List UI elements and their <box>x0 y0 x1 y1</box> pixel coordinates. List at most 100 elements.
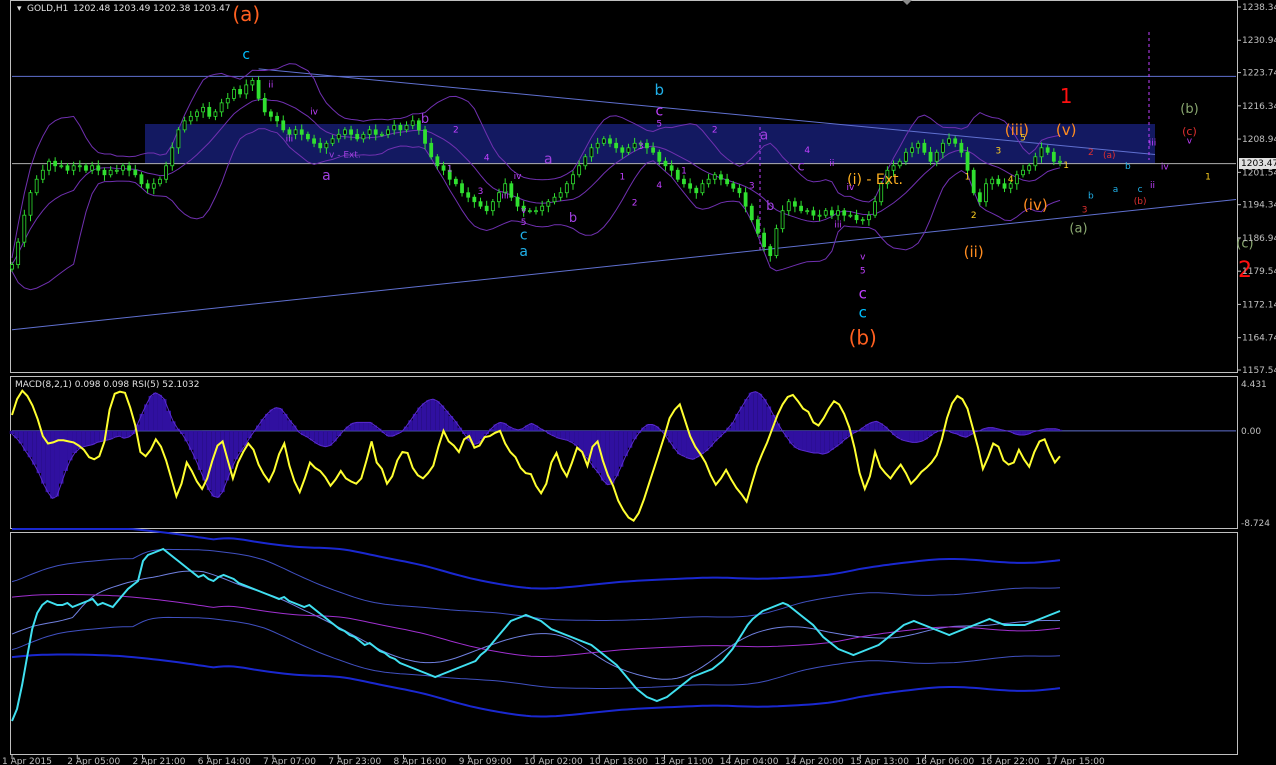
candle-body <box>953 138 958 144</box>
candle-body <box>866 214 871 221</box>
candle-body <box>312 138 316 144</box>
wave-label: b <box>421 112 429 127</box>
subwave-label: c <box>1138 185 1143 195</box>
candle-body <box>977 192 982 203</box>
chart-dropdown-icon[interactable]: ▾ <box>17 4 22 14</box>
price-tick-label: 1230.94 <box>1242 36 1276 46</box>
subwave-label: 2 <box>1088 148 1094 158</box>
subwave-label: 5 <box>521 218 527 228</box>
candle-body <box>176 129 181 149</box>
time-tick-label: 7 Apr 07:00 <box>263 757 316 765</box>
candle-body <box>40 169 45 180</box>
wave-label: b <box>655 81 665 99</box>
candle-body <box>959 142 964 153</box>
candle-body <box>114 169 119 172</box>
subwave-label: iii <box>834 220 842 230</box>
wave-label: c <box>859 304 867 322</box>
subwave-label: (a) <box>1103 151 1116 161</box>
subwave-label: 3 <box>995 147 1001 157</box>
candle-body <box>361 133 366 140</box>
candle-body <box>244 84 249 95</box>
candle-body <box>65 165 70 171</box>
candle-body <box>1002 183 1007 189</box>
candle-body <box>275 115 279 122</box>
candle-body <box>121 165 125 171</box>
candle-body <box>645 142 649 149</box>
candle-body <box>675 169 680 180</box>
candle-body <box>392 124 397 131</box>
time-tick-label: 7 Apr 23:00 <box>328 757 381 765</box>
wave-label: 1 <box>1060 84 1073 108</box>
candle-body <box>293 129 298 135</box>
candle-body <box>108 169 113 176</box>
wave-label: (ii) <box>964 243 984 261</box>
wave-label: c <box>859 285 867 303</box>
wave-label: b <box>569 211 577 226</box>
wave-label: (b) <box>849 326 877 350</box>
candle-body <box>355 133 360 140</box>
candle-body <box>484 205 489 212</box>
candle-body <box>225 97 230 104</box>
time-tick-label: 17 Apr 15:00 <box>1046 757 1105 765</box>
candle-body <box>873 201 877 216</box>
candle-body <box>151 183 156 189</box>
subwave-label: iv <box>1161 162 1170 172</box>
candle-body <box>688 183 693 189</box>
candle-body <box>336 133 341 140</box>
candle-body <box>725 178 730 185</box>
candle-body <box>965 151 970 171</box>
candle-body <box>34 178 39 194</box>
candle-body <box>127 165 132 171</box>
candle-body <box>145 183 150 189</box>
candle-body <box>700 183 705 194</box>
candle-body <box>429 142 434 158</box>
subwave-label: 2 <box>453 126 459 136</box>
candle-body <box>299 129 304 135</box>
candle-body <box>398 124 403 131</box>
candle-body <box>540 205 545 212</box>
wave-label: a <box>322 168 331 184</box>
ohlc-header: 1202.48 1203.49 1202.38 1203.47 <box>73 4 230 14</box>
subwave-label: 4 <box>1008 175 1014 185</box>
candle-body <box>897 160 902 167</box>
candle-body <box>903 151 908 162</box>
subwave-label: 4 <box>804 146 810 156</box>
price-tick-label: 1223.74 <box>1242 69 1276 79</box>
candle-body <box>318 142 323 149</box>
candle-body <box>817 214 822 217</box>
candle-body <box>891 165 896 171</box>
subwave-label: 5 <box>860 267 866 277</box>
candle-body <box>1027 165 1032 171</box>
candle-body <box>774 228 779 257</box>
candle-body <box>1014 174 1019 185</box>
candle-body <box>601 138 606 144</box>
subwave-label: 4 <box>484 153 490 163</box>
time-tick-label: 1 Apr 2015 <box>2 757 52 765</box>
candle-body <box>386 129 390 135</box>
candle-body <box>620 147 625 153</box>
subwave-label: 1 <box>1205 173 1211 183</box>
candle-body <box>712 174 717 180</box>
candle-body <box>1045 147 1050 153</box>
subwave-label: 2 <box>971 211 977 221</box>
candle-body <box>367 129 372 135</box>
subwave-label: 2 <box>712 126 718 136</box>
candle-body <box>768 246 773 257</box>
candle-body <box>737 187 742 194</box>
symbol-header: GOLD,H1 <box>27 4 68 14</box>
candle-body <box>207 106 212 117</box>
candle-body <box>478 201 483 207</box>
subwave-label: 1 <box>619 173 625 183</box>
current-price-label: 1203.47 <box>1241 159 1276 169</box>
candle-body <box>10 264 14 270</box>
candle-body <box>195 111 199 117</box>
candle-body <box>663 160 668 167</box>
candle-body <box>546 201 551 207</box>
price-tick-label: 1238.34 <box>1242 3 1276 13</box>
candle-body <box>552 196 557 203</box>
subwave-label: 3 <box>638 142 644 152</box>
subwave-label: (b) <box>1134 197 1147 207</box>
wave-label: a <box>760 128 769 144</box>
current-price-tag: 1203.47 <box>1239 158 1276 169</box>
candle-body <box>922 142 927 153</box>
